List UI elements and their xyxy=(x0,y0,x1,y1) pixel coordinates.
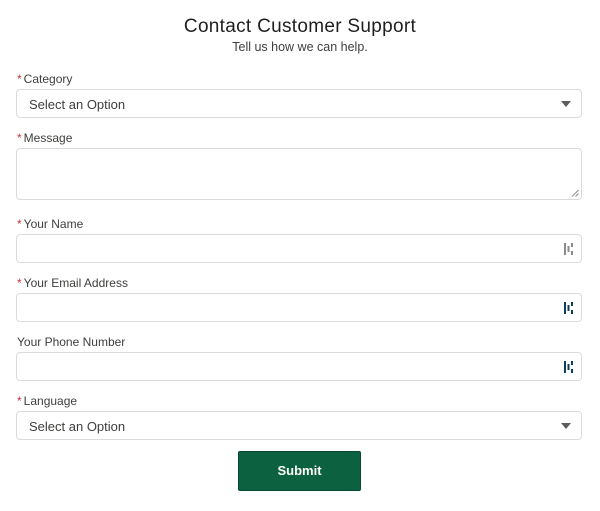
phone-label: Your Phone Number xyxy=(17,335,125,349)
category-label: * Category xyxy=(17,72,72,86)
message-label-text: Message xyxy=(23,131,73,145)
message-textarea[interactable] xyxy=(16,148,582,200)
chevron-down-icon xyxy=(561,101,571,107)
required-marker: * xyxy=(17,394,22,408)
form-title: Contact Customer Support xyxy=(183,16,417,37)
password-manager-icon[interactable] xyxy=(563,301,575,315)
category-select[interactable]: Select an Option xyxy=(16,89,582,118)
required-marker: * xyxy=(17,72,22,86)
name-input[interactable] xyxy=(16,234,582,263)
required-marker: * xyxy=(17,276,22,290)
language-label-text: Language xyxy=(23,394,78,408)
category-select-value: Select an Option xyxy=(29,97,126,112)
message-label: * Message xyxy=(17,131,72,145)
language-select-value: Select an Option xyxy=(29,419,126,434)
form-subtitle: Tell us how we can help. xyxy=(232,40,368,54)
category-label-text: Category xyxy=(23,72,73,86)
resize-handle-icon[interactable] xyxy=(571,189,579,197)
phone-input[interactable] xyxy=(16,352,582,381)
email-input[interactable] xyxy=(16,293,582,322)
email-label: * Your Email Address xyxy=(17,276,128,290)
password-manager-icon[interactable] xyxy=(563,242,575,256)
language-label: * Language xyxy=(17,394,77,408)
required-marker: * xyxy=(17,217,22,231)
name-label: * Your Name xyxy=(17,217,83,231)
required-marker: * xyxy=(17,131,22,145)
chevron-down-icon xyxy=(561,423,571,429)
name-label-text: Your Name xyxy=(23,217,84,231)
submit-button[interactable]: Submit xyxy=(238,451,361,491)
password-manager-icon[interactable] xyxy=(563,360,575,374)
email-label-text: Your Email Address xyxy=(23,276,128,290)
language-select[interactable]: Select an Option xyxy=(16,411,582,440)
contact-support-form: Contact Customer Support Tell us how we … xyxy=(0,0,600,511)
phone-label-text: Your Phone Number xyxy=(17,335,126,349)
